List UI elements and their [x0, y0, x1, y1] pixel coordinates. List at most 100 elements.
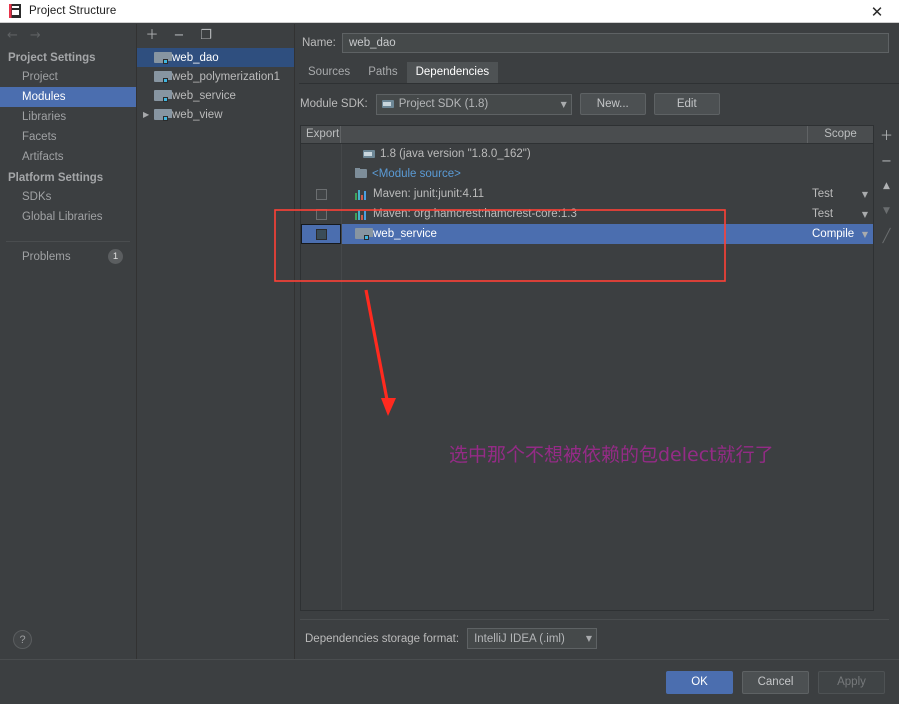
module-item-web-service[interactable]: web_service — [137, 86, 294, 105]
export-cell[interactable] — [301, 224, 341, 244]
sidebar-item-sdks[interactable]: SDKs — [0, 187, 136, 207]
copy-module-button[interactable]: ❐ — [199, 29, 213, 42]
add-module-button[interactable]: ＋ — [145, 29, 159, 42]
table-row[interactable]: Maven: junit:junit:4.11 Test ▼ — [301, 184, 873, 204]
move-down-button[interactable]: ▼ — [878, 203, 896, 219]
export-cell[interactable] — [301, 208, 341, 220]
module-sdk-label: Module SDK: — [300, 98, 368, 110]
chevron-right-icon[interactable]: ▶ — [143, 110, 154, 119]
name-label: Name: — [302, 37, 336, 49]
remove-module-button[interactable]: − — [172, 29, 186, 42]
module-item-label: web_service — [172, 89, 236, 102]
ok-button[interactable]: OK — [666, 670, 733, 694]
scope-value: Test — [812, 188, 834, 200]
sidebar-item-artifacts[interactable]: Artifacts — [0, 147, 136, 167]
sidebar-item-project[interactable]: Project — [0, 67, 136, 87]
module-item-web-dao[interactable]: web_dao — [137, 48, 294, 67]
close-icon[interactable]: ✕ — [855, 0, 899, 23]
dependencies-side-toolbar: ＋ − ▲ ▼ ╱ — [874, 125, 899, 611]
table-row[interactable]: Maven: org.hamcrest:hamcrest-core:1.3 Te… — [301, 204, 873, 224]
annotation-note: 选中那个不想被依赖的包delect就行了 — [449, 444, 774, 466]
sidebar-nav: ← → — [0, 24, 136, 47]
dependency-cell: web_service — [341, 228, 808, 240]
platform-settings-group: Platform Settings SDKs Global Libraries — [0, 169, 136, 227]
module-sdk-row: Module SDK: Project SDK (1.8) ▼ New... E… — [295, 84, 899, 115]
chevron-down-icon[interactable]: ▼ — [862, 190, 868, 199]
dependency-cell: <Module source> — [341, 168, 808, 180]
dialog-footer: OK Cancel Apply — [0, 659, 899, 704]
modules-toolbar: ＋ − ❐ — [137, 24, 294, 47]
jdk-icon — [363, 148, 376, 160]
edit-dependency-button[interactable]: ╱ — [878, 228, 896, 244]
forward-arrow-icon[interactable]: → — [30, 29, 41, 42]
edit-sdk-button[interactable]: Edit — [653, 93, 720, 115]
storage-format-select[interactable]: IntelliJ IDEA (.iml) ▼ — [467, 628, 598, 649]
dependency-name: Maven: org.hamcrest:hamcrest-core:1.3 — [373, 208, 577, 220]
dependency-name: <Module source> — [372, 168, 461, 180]
module-source-icon — [355, 168, 368, 180]
group-heading-project-settings: Project Settings — [8, 52, 96, 64]
project-structure-dialog: ← → Project Settings Project Modules Lib… — [0, 24, 899, 704]
jdk-icon — [381, 98, 395, 110]
add-dependency-button[interactable]: ＋ — [878, 128, 896, 144]
tab-sources[interactable]: Sources — [299, 62, 359, 83]
cancel-button[interactable]: Cancel — [742, 670, 809, 694]
module-item-web-view[interactable]: ▶ web_view — [137, 105, 294, 124]
tab-dependencies[interactable]: Dependencies — [406, 62, 499, 83]
scope-cell[interactable]: Test ▼ — [808, 188, 873, 200]
module-icon — [355, 228, 373, 240]
back-arrow-icon[interactable]: ← — [7, 29, 18, 42]
move-up-button[interactable]: ▲ — [878, 178, 896, 194]
sidebar-item-problems[interactable]: Problems 1 — [0, 242, 136, 267]
table-row[interactable]: <Module source> — [301, 164, 873, 184]
module-icon — [154, 89, 172, 102]
module-item-label: web_dao — [172, 51, 219, 64]
sidebar-item-global-libraries[interactable]: Global Libraries — [0, 207, 136, 227]
module-item-label: web_view — [172, 108, 223, 121]
dependency-cell: Maven: junit:junit:4.11 — [341, 188, 808, 200]
apply-button[interactable]: Apply — [818, 670, 885, 694]
export-checkbox[interactable] — [315, 208, 327, 220]
chevron-down-icon[interactable]: ▼ — [862, 210, 868, 219]
sidebar-item-modules[interactable]: Modules — [0, 87, 136, 107]
scope-value: Compile — [812, 228, 855, 240]
module-icon — [154, 108, 172, 121]
module-icon — [154, 70, 172, 83]
sidebar-item-facets[interactable]: Facets — [0, 127, 136, 147]
dependency-name: web_service — [373, 228, 437, 240]
module-name-input[interactable] — [342, 33, 889, 53]
module-item-label: web_polymerization1 — [172, 70, 281, 83]
group-heading-platform-settings: Platform Settings — [8, 172, 104, 184]
scope-cell[interactable]: Compile ▼ — [808, 228, 873, 240]
export-checkbox[interactable] — [315, 188, 327, 200]
module-name-row: Name: — [295, 24, 899, 53]
scope-cell[interactable]: Test ▼ — [808, 208, 873, 220]
dependencies-table-header: Export Scope — [301, 126, 873, 144]
chevron-down-icon[interactable]: ▼ — [862, 230, 868, 239]
modules-tree-panel: ＋ − ❐ web_dao web_polymerization1 web_se… — [137, 24, 295, 659]
remove-dependency-button[interactable]: − — [878, 153, 896, 169]
column-header-export[interactable]: Export — [301, 126, 341, 143]
module-item-web-polymerization1[interactable]: web_polymerization1 — [137, 67, 294, 86]
export-checkbox[interactable] — [315, 228, 327, 240]
module-editor-panel: Name: Sources Paths Dependencies Module … — [295, 24, 899, 659]
dependency-cell: Maven: org.hamcrest:hamcrest-core:1.3 — [341, 208, 808, 220]
table-row-selected[interactable]: web_service Compile ▼ — [301, 224, 873, 244]
help-button[interactable]: ? — [13, 630, 32, 649]
dependency-cell: 1.8 (java version "1.8.0_162") — [341, 148, 808, 160]
editor-tabs: Sources Paths Dependencies — [299, 62, 899, 84]
scope-value: Test — [812, 208, 834, 220]
intellij-idea-icon — [8, 4, 22, 18]
column-header-scope[interactable]: Scope — [808, 126, 873, 143]
module-icon — [154, 51, 172, 64]
dependency-name: 1.8 (java version "1.8.0_162") — [380, 148, 531, 160]
tab-paths[interactable]: Paths — [359, 62, 406, 83]
export-cell[interactable] — [301, 188, 341, 200]
sidebar-item-libraries[interactable]: Libraries — [0, 107, 136, 127]
modules-list: web_dao web_polymerization1 web_service — [137, 47, 294, 124]
chevron-down-icon: ▼ — [585, 634, 593, 643]
storage-format-label: Dependencies storage format: — [305, 632, 460, 645]
new-sdk-button[interactable]: New... — [579, 93, 646, 115]
module-sdk-select[interactable]: Project SDK (1.8) ▼ — [375, 93, 572, 115]
table-row[interactable]: 1.8 (java version "1.8.0_162") — [301, 144, 873, 164]
